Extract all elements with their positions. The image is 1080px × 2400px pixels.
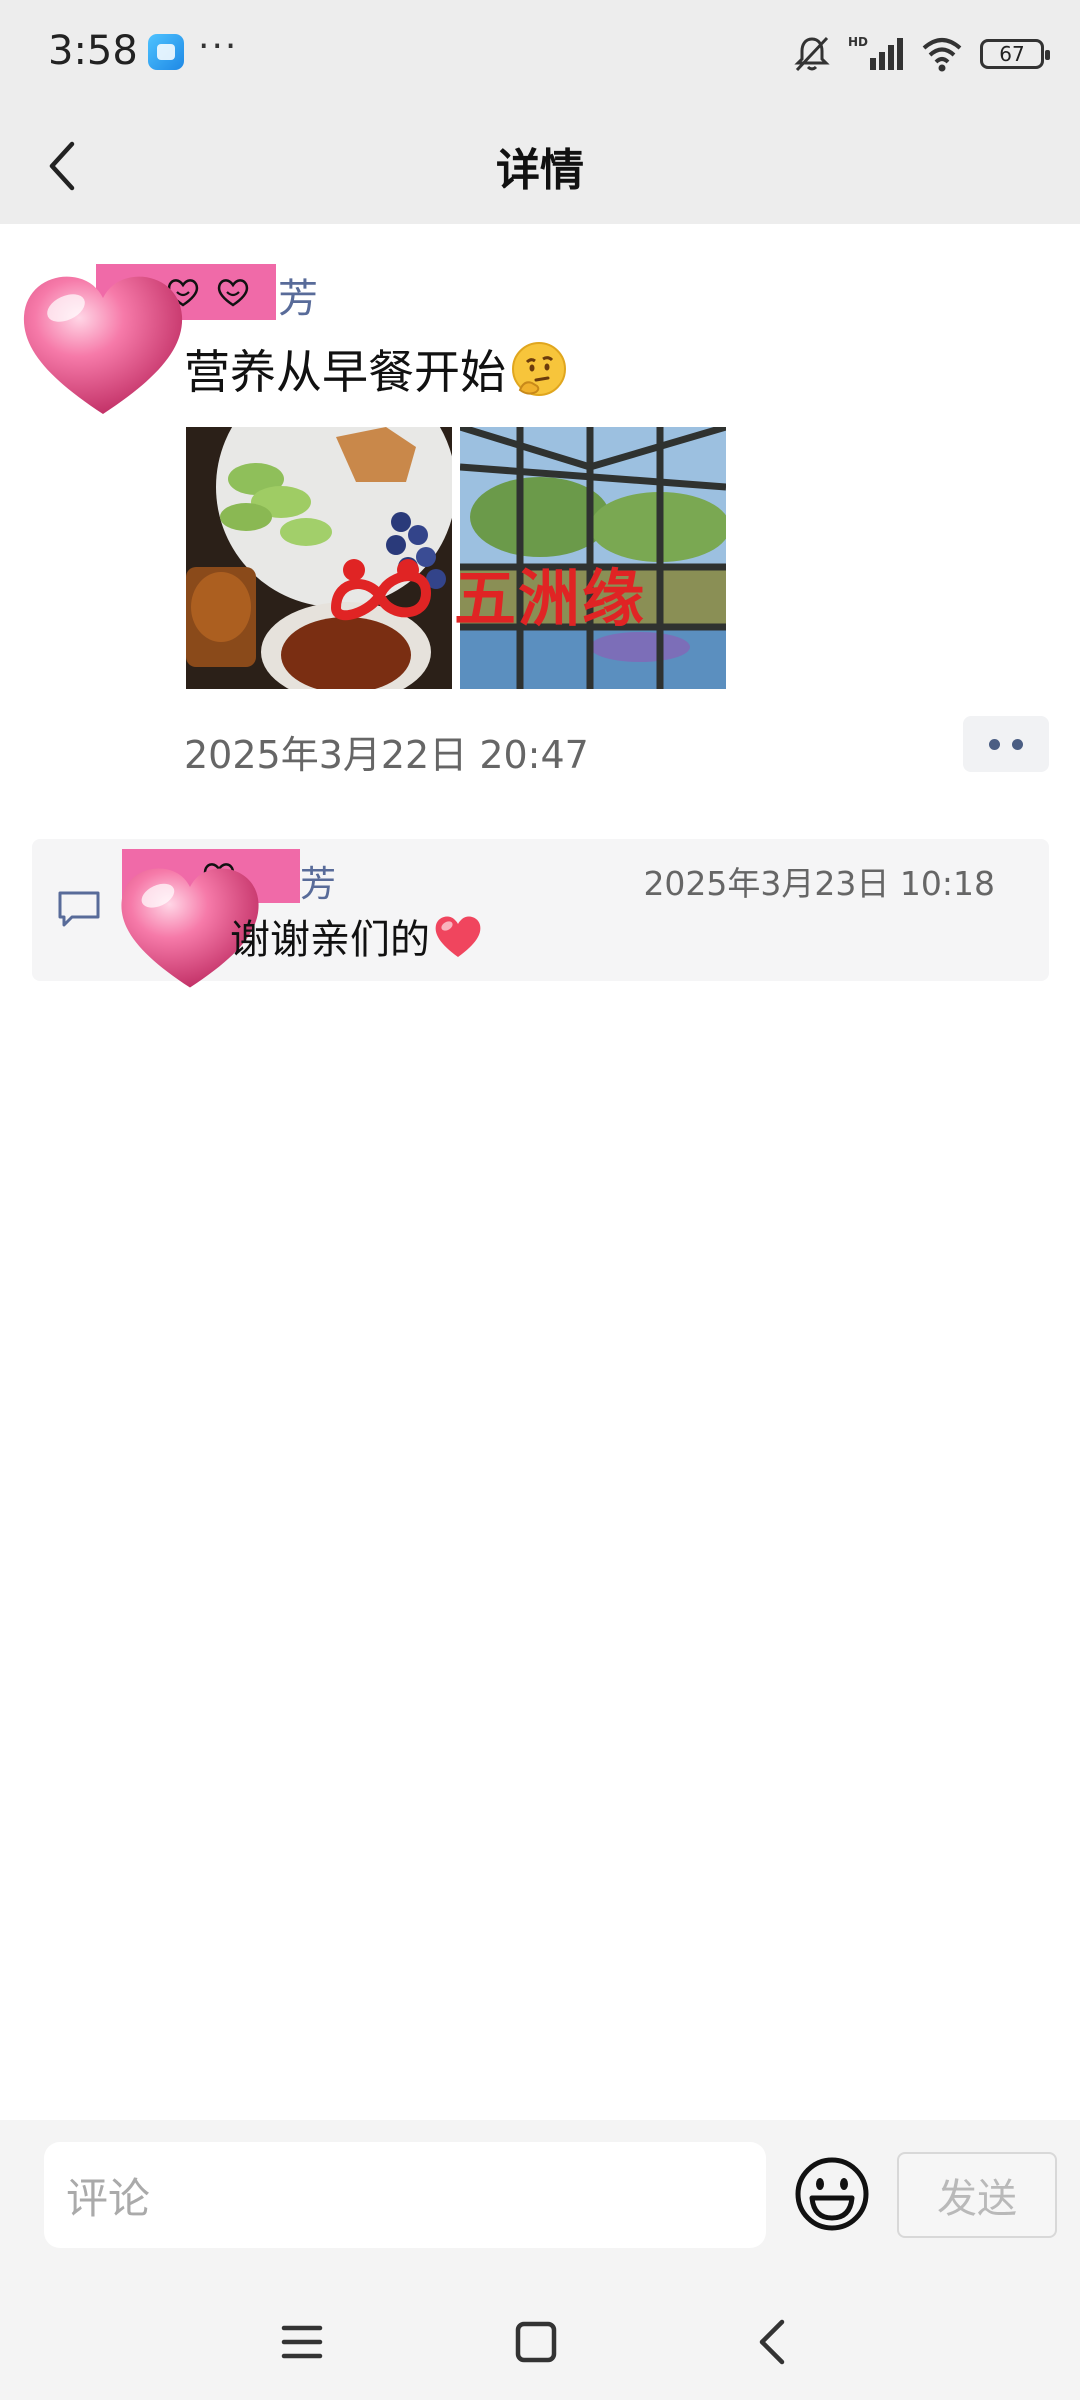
chevron-left-icon (759, 2319, 785, 2365)
status-more-indicator: ··· (198, 26, 239, 67)
watermark-logo: 五洲缘 (316, 548, 646, 638)
nav-menu-button[interactable] (272, 2312, 332, 2372)
post-text: 营养从早餐开始 (184, 336, 568, 402)
bell-muted-icon (794, 36, 830, 72)
home-square-icon (515, 2321, 557, 2363)
menu-icon (281, 2325, 323, 2359)
system-navigation-bar (0, 2280, 1080, 2400)
comment-input[interactable]: 评论 (44, 2142, 766, 2248)
comment-timestamp: 2025年3月23日 10:18 (643, 864, 995, 903)
status-icons: HD 67 (792, 30, 1050, 78)
dot-icon (989, 738, 1000, 750)
nav-back-button[interactable] (742, 2312, 802, 2372)
status-bar: 3:58 ··· HD 67 (0, 0, 1080, 108)
send-button[interactable]: 发送 (897, 2152, 1057, 2238)
comment-bubble-icon (58, 891, 100, 927)
status-time: 3:58 (48, 28, 138, 74)
post-timestamp: 2025年3月22日 20:47 (184, 733, 589, 777)
wifi-icon (922, 38, 962, 72)
thinking-face-icon (512, 342, 566, 396)
comment-input-bar: 评论 发送 (0, 2120, 1080, 2280)
watermark-text: 五洲缘 (454, 562, 647, 635)
battery-icon: 67 (980, 39, 1050, 69)
comment-input-placeholder: 评论 (66, 2173, 151, 2223)
signal-icon: HD (848, 35, 903, 70)
comment-text: 谢谢亲们的 (230, 907, 484, 965)
battery-level: 67 (999, 42, 1025, 66)
heart-smile-icon (217, 279, 249, 307)
nav-home-button[interactable] (506, 2312, 566, 2372)
more-options-button[interactable] (963, 716, 1049, 772)
emoji-smile-icon[interactable] (794, 2156, 870, 2232)
red-heart-icon (435, 916, 481, 957)
post-author-name[interactable]: 芳 (278, 266, 318, 324)
dot-icon (1012, 738, 1023, 750)
page-title: 详情 (496, 145, 584, 196)
infinity-people-icon (330, 559, 432, 621)
comments-section: 芳 2025年3月23日 10:18 谢谢亲们的 (32, 839, 1049, 988)
comment-text-content: 谢谢亲们的 (230, 917, 430, 963)
comment-author-name[interactable]: 芳 (300, 855, 336, 907)
svg-text:HD: HD (848, 35, 868, 49)
avatar-heart[interactable] (18, 268, 188, 418)
post-text-content: 营养从早餐开始 (184, 345, 506, 399)
title-bar: 详情 (0, 108, 1080, 224)
app-notification-icon (148, 34, 184, 70)
